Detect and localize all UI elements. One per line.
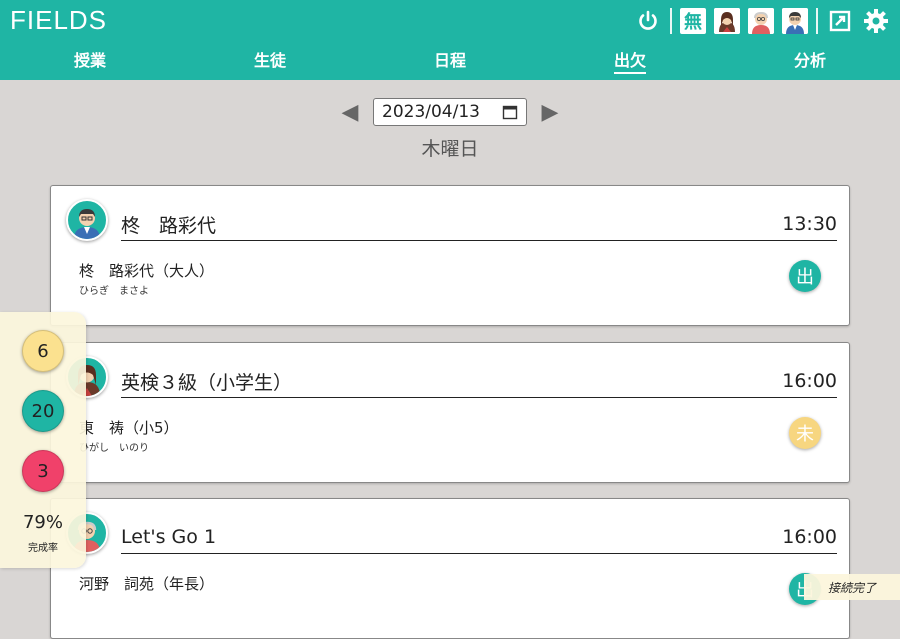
teacher-elderly-icon[interactable] <box>748 8 774 34</box>
next-day-icon[interactable]: ▶ <box>537 100 563 125</box>
main-nav: 授業 生徒 日程 出欠 分析 <box>0 44 900 78</box>
prev-day-icon[interactable]: ◀ <box>337 100 363 125</box>
student-kana: ひらぎ まさよ <box>79 286 149 297</box>
power-icon[interactable] <box>634 7 662 35</box>
lesson-header: Let's Go 1 16:00 <box>121 521 837 554</box>
lesson-card[interactable]: 柊 路彩代 13:30 柊 路彩代（大人） ひらぎ まさよ 出 <box>50 185 850 326</box>
student-name: 柊 路彩代（大人） <box>79 262 215 280</box>
lesson-card[interactable]: Let's Go 1 16:00 河野 詞苑（年長） 出 <box>50 498 850 639</box>
top-bar: FIELDS 無 授業 生徒 日程 出欠 分析 <box>0 0 900 80</box>
teacher-female-icon[interactable] <box>714 8 740 34</box>
date-value: 2023/04/13 <box>382 102 480 122</box>
calendar-icon[interactable] <box>502 104 518 120</box>
attendance-status-button[interactable]: 出 <box>789 260 821 292</box>
gear-icon[interactable] <box>862 7 890 35</box>
divider <box>816 8 818 34</box>
teacher-avatar <box>66 199 108 241</box>
tab-lessons[interactable]: 授業 <box>0 44 180 78</box>
app-logo: FIELDS <box>10 5 108 35</box>
weekday-label: 木曜日 <box>421 138 479 160</box>
completion-rate: 79% <box>22 512 63 533</box>
student-kana: ひがし いのり <box>79 443 149 454</box>
tab-schedule[interactable]: 日程 <box>360 44 540 78</box>
connection-status: 接続完了 <box>804 574 900 600</box>
lesson-header: 柊 路彩代 13:30 <box>121 208 837 241</box>
lesson-title: 柊 路彩代 <box>121 214 217 237</box>
pending-count: 6 <box>22 330 64 372</box>
completion-rate-label: 完成率 <box>28 543 58 554</box>
date-selector: ◀ 2023/04/13 ▶ <box>0 96 900 128</box>
tab-analysis[interactable]: 分析 <box>720 44 900 78</box>
lesson-time: 16:00 <box>782 526 837 548</box>
lesson-title: 英検３級（小学生） <box>121 371 293 394</box>
lesson-time: 13:30 <box>782 213 837 235</box>
present-count: 20 <box>22 390 64 432</box>
student-name: 河野 詞苑（年長） <box>79 575 215 593</box>
student-name: 東 祷（小5） <box>79 419 179 437</box>
tab-attendance[interactable]: 出欠 <box>540 44 720 78</box>
fullscreen-icon[interactable] <box>826 7 854 35</box>
absent-count: 3 <box>22 450 64 492</box>
divider <box>670 8 672 34</box>
header-icons: 無 <box>634 6 890 36</box>
lesson-time: 16:00 <box>782 370 837 392</box>
tab-students[interactable]: 生徒 <box>180 44 360 78</box>
lesson-header: 英検３級（小学生） 16:00 <box>121 365 837 398</box>
lesson-card[interactable]: 英検３級（小学生） 16:00 東 祷（小5） ひがし いのり 未 <box>50 342 850 483</box>
teacher-male-icon[interactable] <box>782 8 808 34</box>
lesson-title: Let's Go 1 <box>121 526 217 548</box>
mu-icon[interactable]: 無 <box>680 8 706 34</box>
attendance-status-button[interactable]: 未 <box>789 417 821 449</box>
date-field[interactable]: 2023/04/13 <box>373 98 527 126</box>
attendance-stats-panel: 6 20 3 79% 完成率 <box>0 312 86 568</box>
